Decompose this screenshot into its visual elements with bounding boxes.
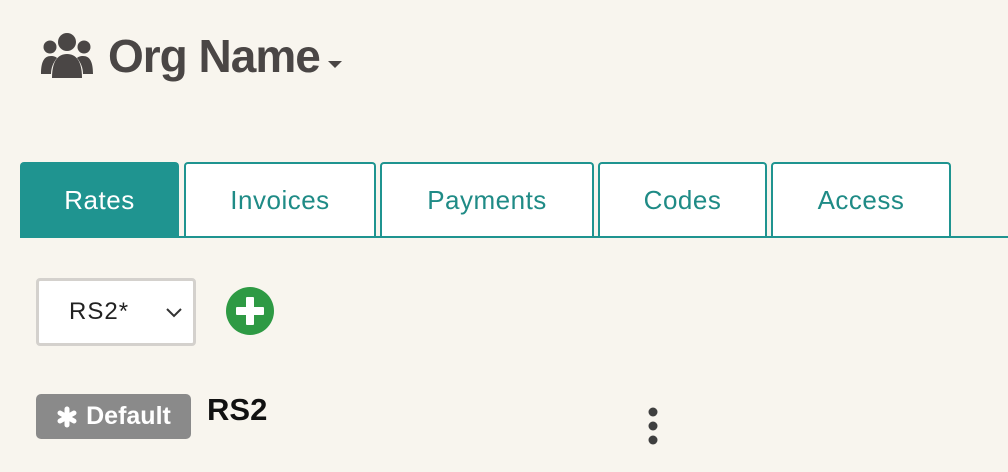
more-vertical-icon[interactable] — [642, 404, 664, 448]
asterisk-icon — [57, 406, 77, 427]
tab-rates[interactable]: Rates — [20, 162, 179, 236]
tab-invoices[interactable]: Invoices — [184, 162, 376, 236]
tab-payments[interactable]: Payments — [380, 162, 594, 236]
rate-name: RS2 — [207, 392, 268, 427]
chevron-down-icon — [166, 308, 182, 318]
rate-set-select-value: RS2* — [69, 298, 130, 325]
page: Org Name Rates Invoices Payments Codes A… — [0, 0, 1008, 472]
org-name: Org Name — [108, 30, 321, 82]
default-badge-label: Default — [86, 402, 171, 430]
org-switcher[interactable]: Org Name — [40, 28, 342, 84]
caret-down-icon — [327, 60, 342, 68]
add-rate-set-button[interactable] — [226, 287, 274, 335]
tab-codes[interactable]: Codes — [598, 162, 767, 236]
users-icon — [41, 33, 93, 78]
tab-bar: Rates Invoices Payments Codes Access — [20, 162, 1008, 238]
default-badge: Default — [36, 394, 191, 439]
rate-set-select[interactable]: RS2* — [36, 278, 196, 346]
tab-access[interactable]: Access — [771, 162, 951, 236]
